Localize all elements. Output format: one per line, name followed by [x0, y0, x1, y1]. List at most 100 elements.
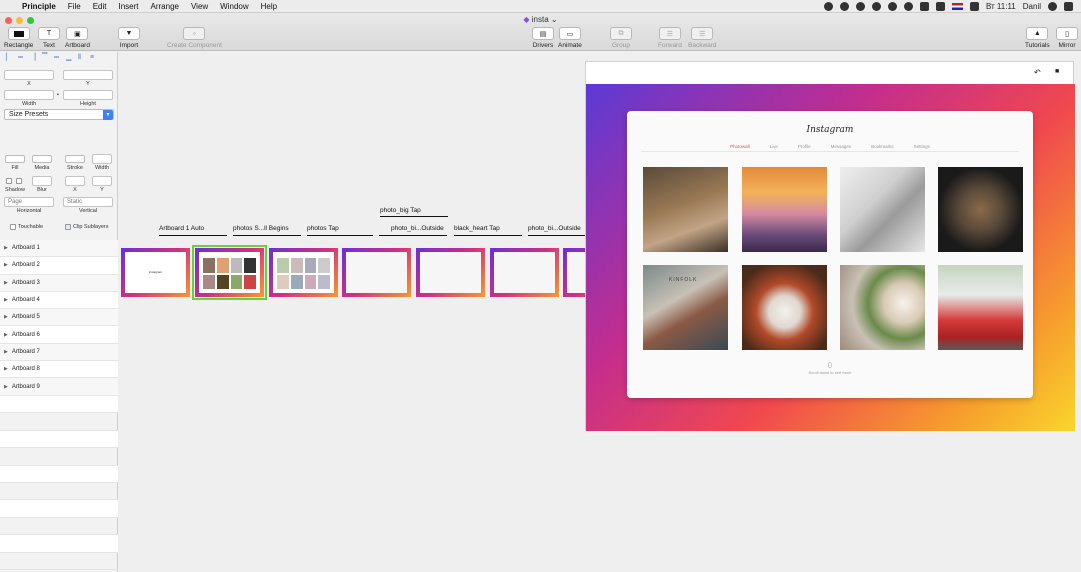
- menu-file[interactable]: File: [68, 2, 81, 11]
- y-field[interactable]: [63, 70, 113, 80]
- menu-window[interactable]: Window: [220, 2, 248, 11]
- disclosure-triangle-icon[interactable]: ▶: [4, 280, 8, 286]
- interaction-label[interactable]: photos Tap: [307, 225, 339, 232]
- add-circle-icon[interactable]: [855, 2, 865, 11]
- stroke-swatch[interactable]: [65, 155, 85, 163]
- interaction-label[interactable]: Artboard 1 Auto: [159, 225, 204, 232]
- menu-app[interactable]: Principle: [22, 2, 56, 11]
- drivers-button[interactable]: ▤ Drivers: [532, 27, 554, 49]
- align-bottom-icon[interactable]: ▁: [66, 54, 73, 61]
- cloud-icon[interactable]: [823, 2, 833, 11]
- photo-tattoo-magazine[interactable]: KINFOLK: [643, 265, 728, 350]
- tab-messages[interactable]: Messages: [831, 144, 852, 149]
- photo-couple-car[interactable]: [938, 265, 1023, 350]
- interaction-label[interactable]: photos S...ll Begins: [233, 225, 289, 232]
- layer-row[interactable]: ▶ Artboard 1: [0, 240, 118, 258]
- user-name[interactable]: Danil: [1023, 2, 1041, 11]
- disclosure-triangle-icon[interactable]: ▶: [4, 297, 8, 303]
- interaction-label[interactable]: black_heart Tap: [454, 225, 500, 232]
- disclosure-triangle-icon[interactable]: ▶: [4, 332, 8, 338]
- tab-profile[interactable]: Profile: [798, 144, 811, 149]
- disclosure-triangle-icon[interactable]: ▶: [4, 366, 8, 372]
- rectangle-button[interactable]: Rectangle: [4, 27, 33, 49]
- distribute-h-icon[interactable]: ⫴: [78, 54, 85, 61]
- tab-bookmarks[interactable]: Bookmarks: [871, 144, 894, 149]
- photo-tabby-cat[interactable]: [938, 167, 1023, 252]
- shadow-checkbox[interactable]: [6, 178, 12, 184]
- photo-woman-cat[interactable]: [742, 265, 827, 350]
- animate-button[interactable]: ▭ Animate: [558, 27, 582, 49]
- spotlight-icon[interactable]: [1048, 2, 1057, 11]
- menu-insert[interactable]: Insert: [118, 2, 138, 11]
- photo-lion[interactable]: [643, 167, 728, 252]
- size-presets-select[interactable]: Size Presets ▾: [4, 109, 114, 120]
- align-top-icon[interactable]: ▔: [42, 54, 49, 61]
- chevron-down-icon[interactable]: ⌄: [551, 15, 558, 24]
- create-component-button[interactable]: ⚬ Create Component: [167, 27, 222, 49]
- notification-center-icon[interactable]: [1064, 2, 1073, 11]
- layer-row[interactable]: ▶ Artboard 7: [0, 343, 118, 362]
- text-button[interactable]: T Text: [38, 27, 60, 49]
- disclosure-triangle-icon[interactable]: ▶: [4, 245, 8, 251]
- menu-view[interactable]: View: [191, 2, 208, 11]
- import-button[interactable]: ▼ Import: [118, 27, 140, 49]
- pos-x-field[interactable]: [65, 176, 85, 186]
- preview-stage[interactable]: Instagram Photowall Live Profile Message…: [586, 84, 1075, 431]
- photo-sunset[interactable]: [742, 167, 827, 252]
- disclosure-triangle-icon[interactable]: ▶: [4, 384, 8, 390]
- distribute-v-icon[interactable]: ≡: [90, 54, 97, 61]
- x-field[interactable]: [4, 70, 54, 80]
- horizontal-select[interactable]: Page: [4, 197, 54, 207]
- width-field[interactable]: [4, 90, 54, 100]
- layer-row[interactable]: ▶ Artboard 8: [0, 361, 118, 379]
- info-icon[interactable]: [871, 2, 881, 11]
- artboard-4[interactable]: [342, 248, 411, 297]
- align-center-h-icon[interactable]: ═: [18, 54, 25, 61]
- interaction-label[interactable]: photo_bi...Outside: [391, 225, 444, 232]
- touchable-checkbox[interactable]: [10, 224, 16, 230]
- stroke-width-field[interactable]: [92, 154, 112, 164]
- layer-row[interactable]: ▶ Artboard 4: [0, 291, 118, 310]
- align-left-icon[interactable]: ▏: [6, 54, 13, 61]
- tab-photowall[interactable]: Photowall: [730, 144, 750, 149]
- tab-live[interactable]: Live: [770, 144, 778, 149]
- menu-arrange[interactable]: Arrange: [151, 2, 179, 11]
- layer-row[interactable]: ▶ Artboard 3: [0, 274, 118, 292]
- blur-field[interactable]: [32, 176, 52, 186]
- artboard-6[interactable]: [490, 248, 559, 297]
- media-swatch[interactable]: [32, 155, 52, 163]
- layer-row[interactable]: ▶ Artboard 6: [0, 326, 118, 344]
- artboard-button[interactable]: ▣ Artboard: [65, 27, 90, 49]
- layer-row[interactable]: ▶ Artboard 2: [0, 257, 118, 275]
- height-field[interactable]: [63, 90, 113, 100]
- photo-white-cat[interactable]: [840, 167, 925, 252]
- artboard-7[interactable]: [563, 248, 585, 297]
- mirror-button[interactable]: ▯ Mirror: [1056, 27, 1078, 49]
- canvas[interactable]: Artboard 1 Auto photos S...ll Begins pho…: [119, 52, 585, 572]
- eject-icon[interactable]: [919, 2, 929, 11]
- record-video-icon[interactable]: ■: [1055, 68, 1059, 75]
- group-button[interactable]: ⧉ Group: [610, 27, 632, 49]
- align-right-icon[interactable]: ▕: [30, 54, 37, 61]
- disclosure-triangle-icon[interactable]: ▶: [4, 349, 8, 355]
- wifi-icon[interactable]: [903, 2, 913, 11]
- clock[interactable]: Вт 11:11: [986, 2, 1016, 11]
- fill-swatch[interactable]: [5, 155, 25, 163]
- check-icon[interactable]: [887, 2, 897, 11]
- artboard-2[interactable]: [192, 245, 267, 300]
- disclosure-triangle-icon[interactable]: ▶: [4, 314, 8, 320]
- undo-icon[interactable]: ↶: [1034, 68, 1041, 77]
- tab-settings[interactable]: Settings: [914, 144, 930, 149]
- pos-y-field[interactable]: [92, 176, 112, 186]
- photo-coffee-limes[interactable]: [840, 265, 925, 350]
- vertical-select[interactable]: Static: [63, 197, 113, 207]
- layer-row[interactable]: ▶ Artboard 5: [0, 309, 118, 327]
- battery-icon[interactable]: [969, 2, 979, 11]
- interaction-label[interactable]: photo_big Tap: [380, 207, 421, 214]
- backward-button[interactable]: ☰ Backward: [688, 27, 717, 49]
- layer-row[interactable]: ▶ Artboard 9: [0, 378, 118, 396]
- disclosure-triangle-icon[interactable]: ▶: [4, 262, 8, 268]
- clip-sublayers-checkbox[interactable]: [65, 224, 71, 230]
- artboard-3[interactable]: [269, 248, 338, 297]
- us-flag-icon[interactable]: [951, 3, 963, 10]
